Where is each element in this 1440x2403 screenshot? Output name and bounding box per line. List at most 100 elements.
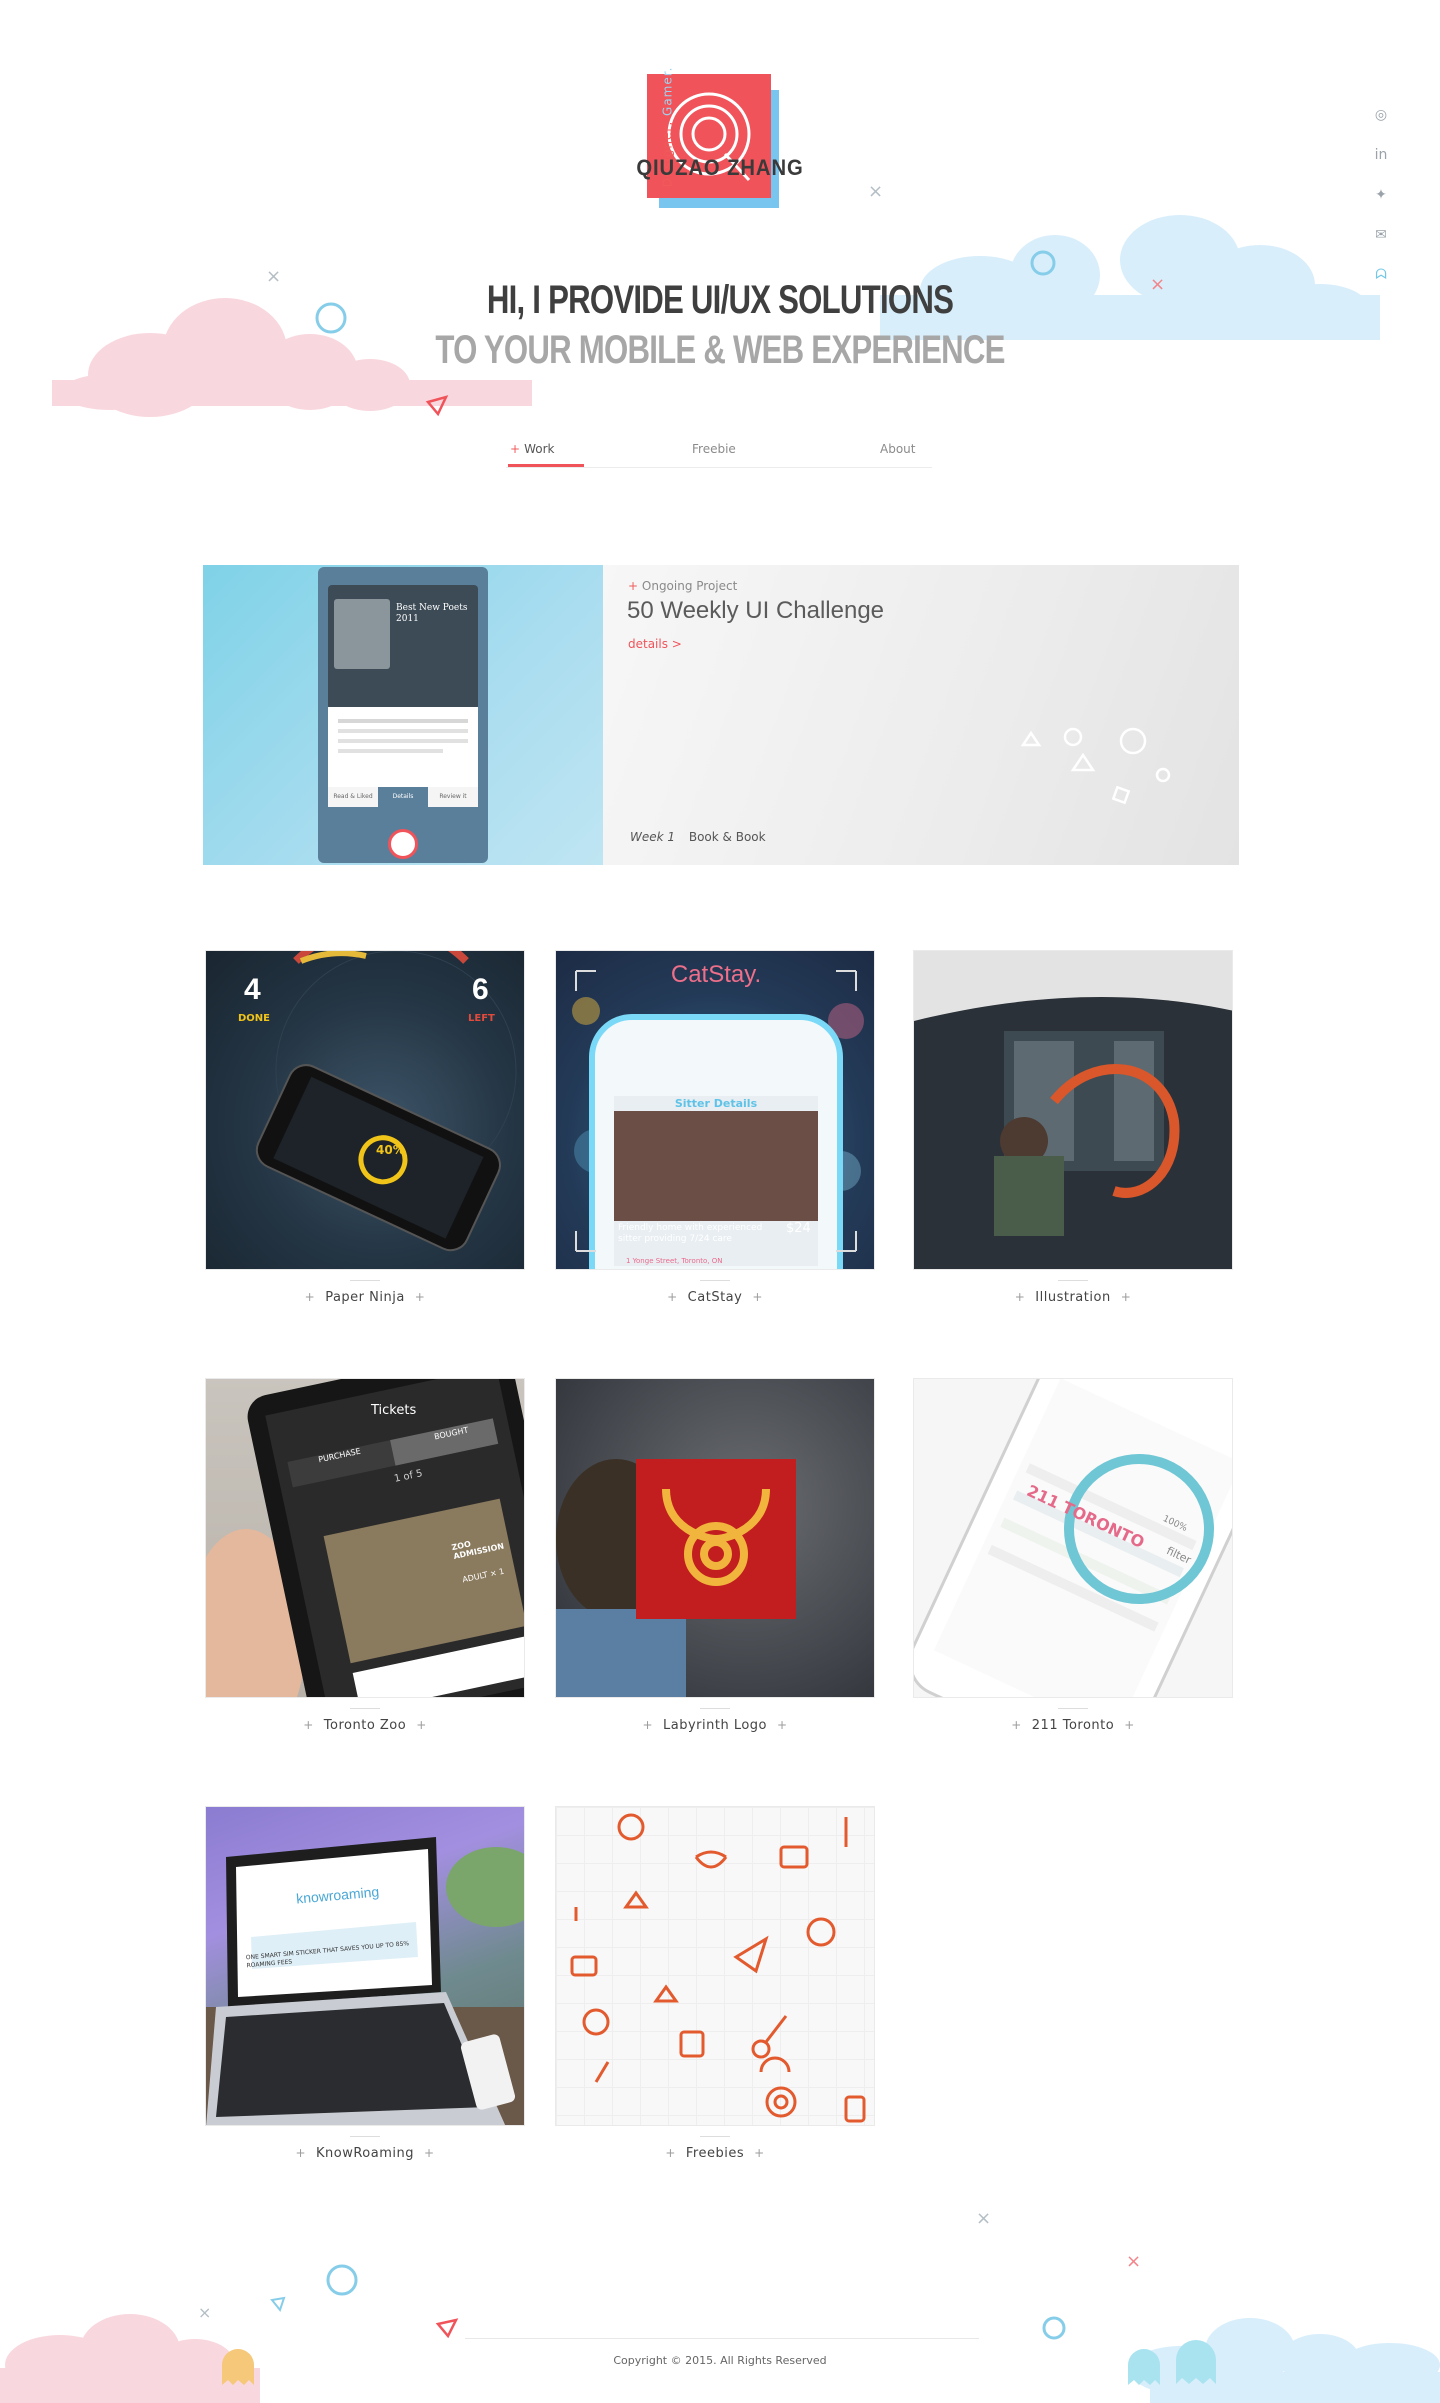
sitter-description: Friendly home with experienced sitter pr… [618,1223,763,1244]
sitter-price: $24 [786,1221,811,1236]
feature-kicker: + Ongoing Project [628,579,737,593]
project-caption[interactable]: + Toronto Zoo + [205,1708,525,1733]
freebies-icons-art [570,1813,866,2123]
tab-freebie[interactable]: Freebie [692,442,736,456]
hero-headline: HI, I PROVIDE UI/UX SOLUTIONS [486,278,954,322]
plus-icon: + [295,2146,306,2160]
plus-icon: + [510,442,521,456]
project-card-labyrinth-logo[interactable]: + Labyrinth Logo + [555,1378,875,1733]
project-thumbnail[interactable]: 211 TORONTO filter 100% [913,1378,1233,1698]
plus-icon: + [665,2146,676,2160]
project-title: Labyrinth Logo [663,1718,767,1733]
plus-icon: + [416,1718,427,1732]
plus-icon: + [1120,1290,1132,1304]
feature-kicker-label: Ongoing Project [641,579,738,593]
tagline-role2: Gamer. [660,66,675,116]
project-card-catstay[interactable]: CatStay. Sitter Details Friendly home wi… [555,950,875,1305]
plus-icon: + [754,2146,765,2160]
cross-shape: × [868,181,883,202]
project-card-paper-ninja[interactable]: 4 DONE 6 LEFT 40% + Paper Ninja + [205,950,525,1305]
brand-logo[interactable]: Designer, Gamer. [631,66,781,218]
project-thumbnail[interactable]: Tickets PURCHASE BOUGHT 1 of 5 ZOO ADMIS… [205,1378,525,1698]
tab-work-label: Work [524,442,555,456]
triangle-shape [435,2318,459,2339]
project-card-knowroaming[interactable]: knowroaming ONE SMART SIM STICKER THAT S… [205,1806,525,2161]
sitter-details-header: Sitter Details [674,1097,758,1110]
project-caption[interactable]: + Illustration + [913,1280,1233,1305]
phone-card-title: Best New Poets 2011 [396,603,468,624]
main-nav: + Work Freebie About [506,438,932,468]
plus-icon: + [777,1718,788,1732]
plus-icon: + [304,1290,316,1304]
details-link[interactable]: details > [628,637,682,651]
project-thumbnail[interactable] [555,1806,875,2126]
project-card-illustration[interactable]: + Illustration + [913,950,1233,1305]
project-card-toronto-zoo[interactable]: Tickets PURCHASE BOUGHT 1 of 5 ZOO ADMIS… [205,1378,525,1733]
phone-tab: Review it [439,793,467,800]
plus-icon: + [414,1290,426,1304]
feature-week: Week 1 Book & Book [630,830,766,844]
copyright-text: Copyright © 2015. All Rights Reserved [613,2354,827,2367]
done-label: DONE [238,1013,271,1024]
book-cover [334,599,390,669]
plus-icon: + [667,1290,678,1304]
mail-icon[interactable]: ✉ [1370,224,1392,246]
twitter-icon[interactable]: ✦ [1370,184,1392,206]
project-thumbnail[interactable]: CatStay. Sitter Details Friendly home wi… [555,950,875,1270]
sitter-address: 1 Yonge Street, Toronto, ON [626,1257,723,1265]
project-title: KnowRoaming [316,2146,414,2161]
feature-title: 50 Weekly UI Challenge [627,597,885,624]
project-thumbnail[interactable] [555,1378,875,1698]
active-tab-indicator [508,464,584,467]
sketch-shapes [1020,727,1171,805]
ghost-icon[interactable]: ᗣ [1370,264,1392,286]
project-title: Paper Ninja [325,1290,405,1305]
tagline-separator: , [660,120,675,126]
tickets-header: Tickets [371,1403,417,1418]
project-caption[interactable]: + KnowRoaming + [205,2136,525,2161]
project-title: CatStay [687,1290,743,1305]
project-caption[interactable]: + CatStay + [555,1280,875,1305]
plus-icon: + [424,2146,435,2160]
project-thumbnail[interactable]: 4 DONE 6 LEFT 40% [205,950,525,1270]
phone-text-area: Read & Liked Details Review it [328,707,478,807]
site-owner-name: QIUZAO ZHANG [636,155,804,180]
project-title: Illustration [1035,1290,1111,1305]
circle-shape [326,2264,358,2296]
footer-decorations: × × × [0,2208,1440,2403]
project-title: 211 Toronto [1031,1718,1115,1733]
project-thumbnail[interactable]: knowroaming ONE SMART SIM STICKER THAT S… [205,1806,525,2126]
phone-tab: Read & Liked [333,793,373,800]
labyrinth-art [556,1459,796,1697]
phone-tab: Details [378,787,428,807]
project-card-211-toronto[interactable]: 211 TORONTO filter 100% +211 Toronto + [913,1378,1233,1733]
phone-book-card: Best New Poets 2011 [328,585,478,710]
illustration-art [914,997,1232,1269]
tab-work[interactable]: + Work [510,442,554,456]
plus-icon: + [303,1718,314,1732]
left-label: LEFT [468,1013,495,1024]
plus-icon: + [1124,1718,1135,1732]
tab-about[interactable]: About [880,442,915,456]
plus-icon: + [752,1290,763,1304]
project-caption[interactable]: +211 Toronto + [913,1708,1233,1733]
cross-shape: × [198,2303,211,2322]
phone-action-button [388,829,418,859]
project-caption[interactable]: + Freebies + [555,2136,875,2161]
project-caption[interactable]: + Paper Ninja + [205,1280,525,1305]
phone-mockup: Best New Poets 2011 Read & Liked Details… [318,567,488,863]
featured-project-banner[interactable]: Best New Poets 2011 Read & Liked Details… [203,565,1239,865]
project-title: Toronto Zoo [323,1718,407,1733]
dribbble-icon[interactable]: ◎ [1370,104,1392,126]
circle-shape [1042,2316,1066,2340]
footer-divider [465,2338,979,2339]
project-caption[interactable]: + Labyrinth Logo + [555,1708,875,1733]
project-title: Freebies [685,2146,745,2161]
catstay-brand: CatStay. [670,961,762,988]
project-card-freebies[interactable]: + Freebies + [555,1806,875,2161]
progress-label: 40% [376,1143,405,1157]
done-count: 4 [244,973,261,1006]
cross-shape: × [1126,2251,1141,2272]
project-thumbnail[interactable] [913,950,1233,1270]
linkedin-icon[interactable]: in [1370,144,1392,166]
